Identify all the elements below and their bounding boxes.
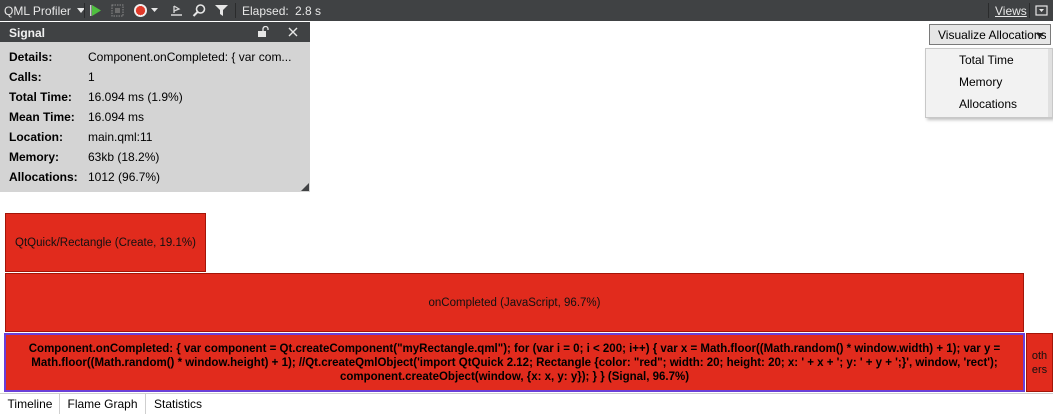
views-label: Views [995, 3, 1027, 18]
profiler-toolbar: QML Profiler Elapsed: 2.8 s Views [0, 0, 1053, 21]
detail-key: Details: [9, 50, 53, 64]
flame-block-label: QtQuick/Rectangle (Create, 19.1%) [15, 236, 196, 249]
profiler-label: QML Profiler [4, 3, 71, 18]
toolbar-separator [84, 3, 85, 18]
discard-data-icon[interactable] [110, 3, 125, 18]
start-profiling-icon[interactable] [89, 3, 104, 18]
toolbar-separator [988, 3, 989, 18]
details-panel-header: Signal [0, 22, 310, 42]
detail-key: Memory: [9, 150, 60, 164]
tab-label: Flame Graph [67, 397, 138, 411]
flame-block-label: Component.onCompleted: { var component =… [28, 342, 1001, 383]
elapsed-label: Elapsed: [242, 3, 289, 18]
detail-key: Total Time: [9, 90, 72, 104]
qml-profiler-window: QML Profiler Elapsed: 2.8 s Views Signal… [0, 0, 1053, 414]
detail-value: 1012 (96.7%) [88, 170, 161, 184]
visualize-dropdown[interactable]: Visualize Allocations [929, 24, 1051, 45]
elapsed-value-wrap: 2.8 s [295, 0, 321, 21]
search-icon[interactable] [192, 3, 207, 18]
detail-key: Mean Time: [9, 110, 75, 124]
visualize-menu: Total Time Memory Allocations [925, 48, 1053, 118]
flame-block-signal-selected[interactable]: Component.onCompleted: { var component =… [4, 333, 1025, 392]
flame-block-others[interactable]: oth ers [1026, 333, 1053, 392]
chevron-down-icon [1036, 33, 1044, 38]
resize-grip[interactable] [301, 183, 309, 191]
flame-block-label: oth ers [1031, 349, 1048, 376]
tab-flame-graph[interactable]: Flame Graph [59, 394, 146, 414]
detail-key: Calls: [9, 70, 42, 84]
view-tabs: Timeline Flame Graph Statistics [0, 393, 1053, 414]
toolbar-separator [235, 3, 236, 18]
detail-value: Component.onCompleted: { var com... [88, 50, 292, 64]
views-menu[interactable]: Views [995, 0, 1027, 21]
lock-icon[interactable] [257, 26, 269, 38]
details-title: Signal [9, 26, 46, 40]
record-icon[interactable] [133, 3, 148, 18]
menu-item-allocations[interactable]: Allocations [959, 97, 1017, 115]
menu-item-memory[interactable]: Memory [959, 75, 1002, 93]
detail-value: 1 [88, 70, 95, 84]
tab-label: Timeline [7, 397, 53, 411]
tab-timeline[interactable]: Timeline [0, 394, 60, 414]
detail-value: 63kb (18.2%) [88, 150, 160, 164]
flame-block-rectangle[interactable]: QtQuick/Rectangle (Create, 19.1%) [5, 213, 206, 272]
detail-value: 16.094 ms [88, 110, 145, 124]
flame-block-oncompleted[interactable]: onCompleted (JavaScript, 96.7%) [5, 273, 1024, 332]
detail-key: Allocations: [9, 170, 78, 184]
filter-icon[interactable] [214, 3, 229, 18]
tab-label: Statistics [153, 397, 202, 411]
detail-key: Location: [9, 130, 63, 144]
details-panel: Signal Details: Component.onCompleted: {… [0, 22, 310, 192]
close-icon[interactable] [288, 27, 298, 37]
profiler-selector[interactable]: QML Profiler [4, 0, 85, 21]
flame-block-label: onCompleted (JavaScript, 96.7%) [428, 296, 601, 309]
menu-scroll-edge [1048, 49, 1052, 117]
toggle-view-icon[interactable] [1034, 3, 1049, 18]
record-options-chevron-icon[interactable] [151, 8, 158, 13]
elapsed-value: 2.8 s [295, 3, 322, 18]
detail-value: 16.094 ms (1.9%) [88, 90, 183, 104]
elapsed-label-wrap: Elapsed: [242, 0, 289, 21]
tab-statistics[interactable]: Statistics [146, 394, 210, 414]
toolbar-separator [1029, 3, 1030, 18]
menu-item-total-time[interactable]: Total Time [959, 53, 1014, 71]
detail-value: main.qml:11 [88, 130, 153, 144]
jump-to-event-icon[interactable] [169, 3, 184, 18]
visualize-selected: Visualize Allocations [938, 28, 1047, 42]
